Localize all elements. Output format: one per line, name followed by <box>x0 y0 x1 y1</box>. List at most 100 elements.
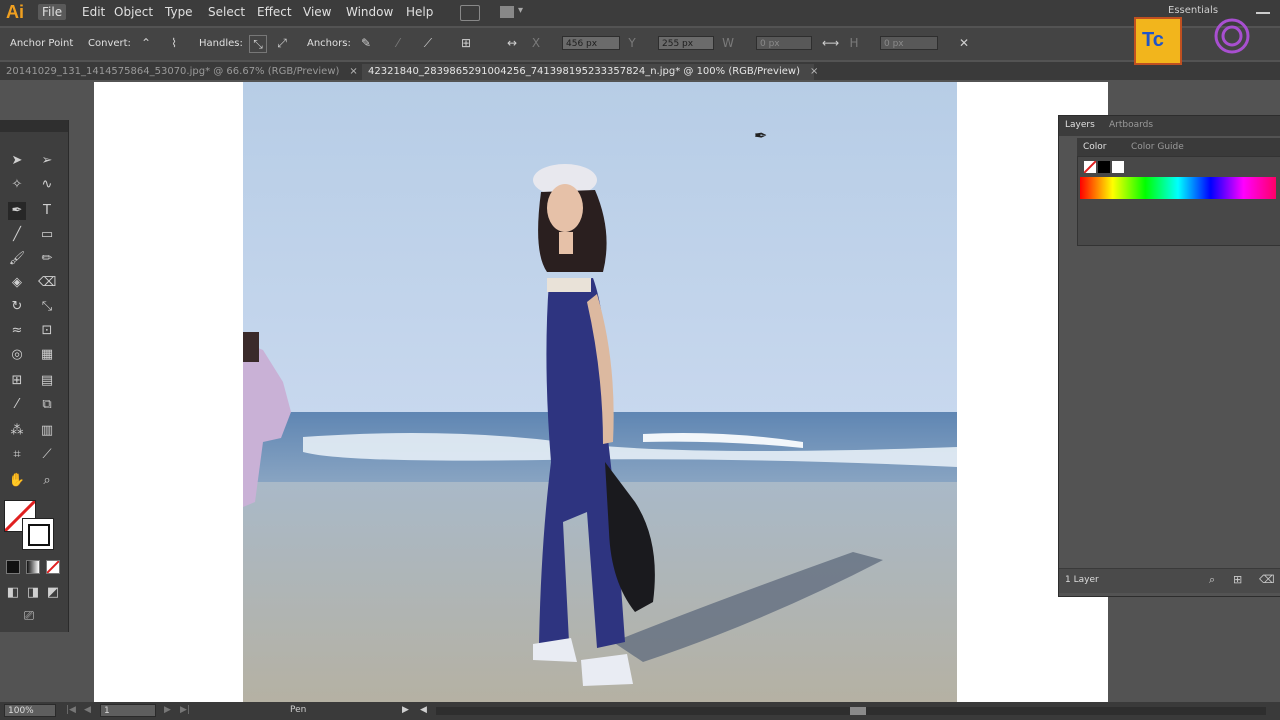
paintbrush-tool-icon[interactable]: 🖌 <box>8 250 26 268</box>
next-artboard-icon[interactable]: ▶ <box>164 705 171 715</box>
delete-layer-icon[interactable]: ⌫ <box>1259 573 1275 586</box>
bridge-icon[interactable] <box>460 5 480 21</box>
draw-inside-icon[interactable]: ◩ <box>44 584 62 602</box>
blend-tool-icon[interactable]: ⧉ <box>38 396 56 414</box>
zoom-tool-icon[interactable]: ⌕ <box>38 472 56 490</box>
blob-brush-tool-icon[interactable]: ◈ <box>8 274 26 292</box>
placed-photo[interactable] <box>243 82 957 702</box>
mesh-tool-icon[interactable]: ⊞ <box>8 372 26 390</box>
screen-mode-icon[interactable]: ⎚ <box>20 608 38 626</box>
convert-label: Convert: <box>88 38 131 49</box>
scroll-left-icon[interactable]: ◀ <box>420 705 427 715</box>
free-transform-tool-icon[interactable]: ⊡ <box>38 322 56 340</box>
white-swatch[interactable] <box>1112 161 1124 173</box>
menu-object[interactable]: Object <box>110 4 157 20</box>
hide-handles-icon[interactable]: ⤢ <box>274 35 290 51</box>
menu-help[interactable]: Help <box>402 4 437 20</box>
pencil-tool-icon[interactable]: ✏ <box>38 250 56 268</box>
rectangle-tool-icon[interactable]: ▭ <box>38 226 56 244</box>
menu-type[interactable]: Type <box>161 4 197 20</box>
column-graph-tool-icon[interactable]: ▥ <box>38 422 56 440</box>
direct-selection-tool-icon[interactable]: ➢ <box>38 152 56 170</box>
last-artboard-icon[interactable]: ▶| <box>180 705 190 715</box>
menu-file[interactable]: File <box>38 4 67 20</box>
selection-tool-icon[interactable]: ➤ <box>8 152 26 170</box>
document-tab-bar: 20141029_131_1414575864_53070.jpg* @ 66.… <box>0 62 1280 80</box>
document-tab-active[interactable]: 42321840_2839865291004256_74139819523335… <box>362 64 818 80</box>
eyedropper-tool-icon[interactable]: ⁄ <box>8 396 26 414</box>
artboard-number-field[interactable]: 1 <box>100 704 156 717</box>
layer-count: 1 Layer <box>1065 575 1099 585</box>
status-menu-icon[interactable]: ▶ <box>402 705 409 715</box>
reference-point-icon[interactable]: ⊞ <box>458 35 474 51</box>
gradient-mode-icon[interactable] <box>26 560 40 574</box>
align-icon[interactable]: ↔ <box>504 35 520 51</box>
layers-panel-footer: 1 Layer ⌕ ⊞ ⌫ <box>1059 568 1280 593</box>
y-coordinate-field[interactable]: 255 px <box>658 36 714 50</box>
previous-artboard-icon[interactable]: ◀ <box>84 705 91 715</box>
channel-logo: Tc <box>1134 17 1182 65</box>
type-tool-icon[interactable]: T <box>38 202 56 220</box>
zoom-level-field[interactable]: 100% <box>4 704 56 717</box>
horizontal-scrollbar[interactable] <box>436 707 1266 715</box>
y-label-icon: Y <box>628 36 636 50</box>
rotate-tool-icon[interactable]: ↻ <box>8 298 26 316</box>
symbol-sprayer-tool-icon[interactable]: ⁂ <box>8 422 26 440</box>
color-mode-icon[interactable] <box>6 560 20 574</box>
locate-object-icon[interactable]: ⌕ <box>1209 573 1215 587</box>
minimize-icon[interactable] <box>1256 2 1270 14</box>
menu-select[interactable]: Select <box>204 4 249 20</box>
tab-artboards[interactable]: Artboards <box>1109 120 1153 130</box>
height-field[interactable]: 0 px <box>880 36 938 50</box>
isolate-icon[interactable]: ✕ <box>956 35 972 51</box>
gradient-tool-icon[interactable]: ▤ <box>38 372 56 390</box>
remove-anchor-icon[interactable]: ✎ <box>358 35 374 51</box>
constrain-link-icon[interactable]: ⟷ <box>822 35 839 51</box>
arrange-documents-icon[interactable] <box>500 6 514 18</box>
cut-path-icon[interactable]: ⁄ <box>390 35 406 51</box>
none-mode-icon[interactable] <box>46 560 60 574</box>
layers-panel: Layers Artboards Color Color Guide 1 Lay… <box>1058 115 1280 597</box>
scale-tool-icon[interactable]: ⤡ <box>38 298 56 316</box>
document-tab[interactable]: 20141029_131_1414575864_53070.jpg* @ 66.… <box>0 64 362 80</box>
show-handles-icon[interactable]: ⤡ <box>249 35 267 53</box>
scrollbar-thumb[interactable] <box>850 707 866 715</box>
menu-edit[interactable]: Edit <box>78 4 109 20</box>
slice-tool-icon[interactable]: ⟋ <box>38 446 56 464</box>
menu-effect[interactable]: Effect <box>253 4 296 20</box>
first-artboard-icon[interactable]: |◀ <box>66 705 76 715</box>
tools-panel-header[interactable] <box>0 120 68 132</box>
color-spectrum[interactable] <box>1080 177 1276 199</box>
hand-tool-icon[interactable]: ✋ <box>8 472 26 490</box>
pen-tool-icon[interactable]: ✒ <box>8 202 26 220</box>
magic-wand-tool-icon[interactable]: ✧ <box>8 176 26 194</box>
tab-color[interactable]: Color <box>1083 142 1107 152</box>
line-tool-icon[interactable]: ╱ <box>8 226 26 244</box>
eraser-tool-icon[interactable]: ⌫ <box>38 274 56 292</box>
lasso-tool-icon[interactable]: ∿ <box>38 176 56 194</box>
black-swatch[interactable] <box>1098 161 1110 173</box>
stroke-swatch[interactable] <box>22 518 54 550</box>
warp-tool-icon[interactable]: ≈ <box>8 322 26 340</box>
tab-color-guide[interactable]: Color Guide <box>1131 142 1184 152</box>
new-layer-icon[interactable]: ⊞ <box>1233 573 1242 586</box>
close-icon[interactable]: × <box>349 66 357 77</box>
channel-logo-text: Tc <box>1142 29 1164 51</box>
tab-layers[interactable]: Layers <box>1065 120 1095 130</box>
width-field[interactable]: 0 px <box>756 36 812 50</box>
x-coordinate-field[interactable]: 456 px <box>562 36 620 50</box>
document-tab-label: 20141029_131_1414575864_53070.jpg* @ 66.… <box>6 66 340 77</box>
close-icon[interactable]: × <box>810 66 818 77</box>
artboard-tool-icon[interactable]: ⌗ <box>8 446 26 464</box>
draw-normal-icon[interactable]: ◧ <box>4 584 22 602</box>
perspective-grid-tool-icon[interactable]: ▦ <box>38 346 56 364</box>
connect-anchors-icon[interactable]: ⟋ <box>420 35 436 51</box>
convert-smooth-icon[interactable]: ⌇ <box>166 35 182 51</box>
convert-corner-icon[interactable]: ⌃ <box>138 35 154 51</box>
menu-window[interactable]: Window <box>342 4 397 20</box>
shape-builder-tool-icon[interactable]: ◎ <box>8 346 26 364</box>
fill-none-swatch[interactable] <box>1083 160 1097 174</box>
menu-view[interactable]: View <box>299 4 335 20</box>
chevron-down-icon[interactable]: ▾ <box>518 5 523 16</box>
draw-behind-icon[interactable]: ◨ <box>24 584 42 602</box>
